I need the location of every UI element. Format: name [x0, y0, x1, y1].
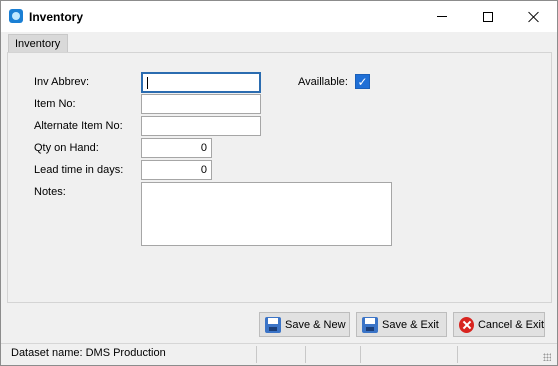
lead-time-input[interactable]: 0 — [141, 160, 212, 180]
available-checkbox[interactable]: ✓ — [355, 74, 370, 89]
cancel-exit-label: Cancel & Exit — [477, 318, 544, 331]
resize-grip-icon[interactable] — [543, 353, 551, 361]
available-label: Availlable: — [298, 76, 348, 88]
title-bar[interactable]: Inventory — [1, 1, 557, 32]
text-caret — [147, 77, 148, 89]
inv-abbrev-input[interactable] — [141, 72, 261, 93]
alternate-item-no-label: Alternate Item No: — [34, 120, 123, 132]
minimize-icon — [437, 16, 447, 17]
status-bar: Dataset name: DMS Production — [1, 343, 557, 365]
inv-abbrev-label: Inv Abbrev: — [34, 76, 90, 88]
save-new-label: Save & New — [285, 318, 346, 331]
save-exit-button[interactable]: Save & Exit — [356, 312, 447, 337]
save-disk-icon — [265, 316, 281, 333]
inventory-window: Inventory Inventory Inv Abbrev: Item No:… — [0, 0, 558, 366]
close-icon — [528, 11, 540, 23]
notes-label: Notes: — [34, 186, 66, 198]
app-gem-icon — [9, 9, 23, 23]
status-divider — [360, 346, 361, 363]
cancel-exit-button[interactable]: Cancel & Exit — [453, 312, 545, 337]
save-disk-icon — [362, 316, 378, 333]
lead-time-label: Lead time in days: — [34, 164, 124, 176]
maximize-icon — [483, 11, 493, 22]
checkmark-icon: ✓ — [357, 74, 368, 89]
maximize-button[interactable] — [465, 1, 511, 32]
item-no-input[interactable] — [141, 94, 261, 114]
tab-inventory[interactable]: Inventory — [8, 34, 68, 52]
dataset-name-status: Dataset name: DMS Production — [11, 347, 166, 359]
close-button[interactable] — [511, 1, 557, 32]
window-title: Inventory — [29, 10, 84, 24]
notes-textarea[interactable] — [141, 182, 392, 246]
qty-on-hand-label: Qty on Hand: — [34, 142, 99, 154]
qty-on-hand-input[interactable]: 0 — [141, 138, 212, 158]
status-divider — [305, 346, 306, 363]
inventory-form-panel — [7, 52, 552, 303]
alternate-item-no-input[interactable] — [141, 116, 261, 136]
status-divider — [457, 346, 458, 363]
save-new-button[interactable]: Save & New — [259, 312, 350, 337]
item-no-label: Item No: — [34, 98, 76, 110]
cancel-icon — [459, 316, 474, 333]
status-divider — [256, 346, 257, 363]
save-exit-label: Save & Exit — [382, 318, 439, 331]
minimize-button[interactable] — [419, 1, 465, 32]
